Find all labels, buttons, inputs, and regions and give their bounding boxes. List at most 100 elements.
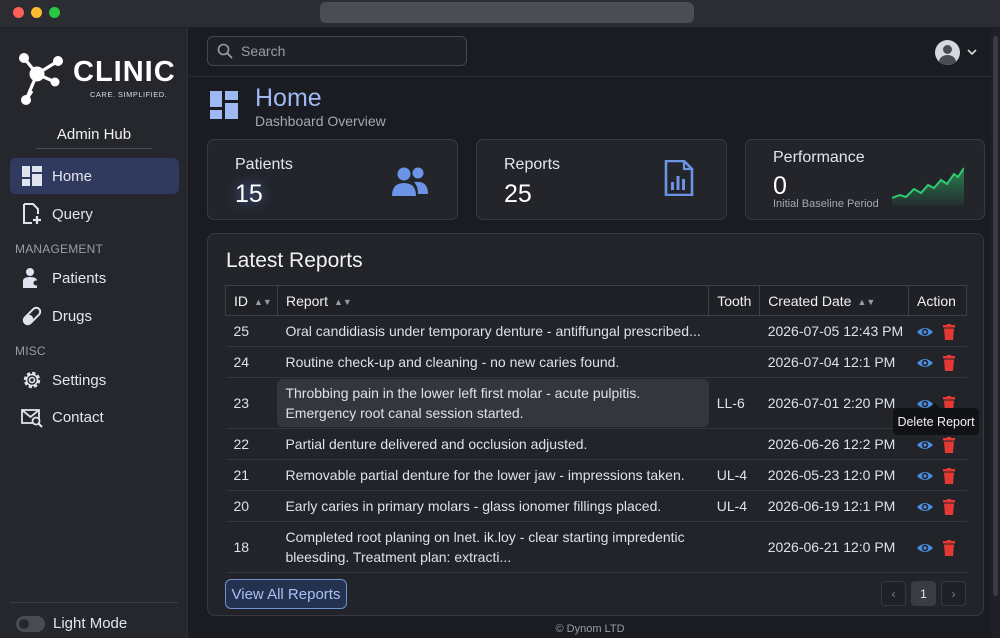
- table-row[interactable]: 22 Partial denture delivered and occlusio…: [225, 428, 967, 460]
- view-report-eye-icon[interactable]: [916, 468, 934, 484]
- sidebar-item-label: Drugs: [52, 307, 93, 325]
- card-value: 25: [504, 180, 532, 208]
- cell-report: Oral candidiasis under temporary denture…: [277, 315, 709, 347]
- column-header-report[interactable]: Report ▲▼: [276, 285, 709, 316]
- address-bar[interactable]: [320, 2, 694, 23]
- page-title: Home: [255, 84, 322, 112]
- column-header-id[interactable]: ID ▲▼: [225, 285, 278, 316]
- sort-icon[interactable]: ▲▼: [857, 297, 875, 307]
- cell-action: [908, 459, 967, 491]
- search-input[interactable]: [241, 43, 441, 59]
- sort-icon[interactable]: ▲▼: [334, 297, 352, 307]
- card-label: Patients: [235, 156, 293, 173]
- report-text: Completed root planing on lnet. ik.loy -…: [285, 529, 685, 565]
- search-icon: [217, 43, 233, 59]
- cell-report: Early caries in primary molars - glass i…: [277, 490, 709, 522]
- patients-card[interactable]: Patients 15: [207, 139, 458, 220]
- performance-card[interactable]: Performance 0 Initial Baseline Period: [745, 139, 985, 220]
- minimize-window-button[interactable]: [31, 7, 42, 18]
- column-header-label: Report: [285, 292, 328, 309]
- card-value: 15: [235, 180, 263, 208]
- cell-created-date: 2026-05-23 12:0 PM: [759, 459, 909, 491]
- sidebar-item-drugs[interactable]: Drugs: [10, 298, 179, 334]
- cell-report: Removable partial denture for the lower …: [277, 459, 709, 491]
- table-row[interactable]: 20 Early caries in primary molars - glass…: [225, 490, 967, 522]
- cell-tooth: [708, 428, 760, 460]
- maximize-window-button[interactable]: [49, 7, 60, 18]
- patient-icon: [23, 268, 39, 288]
- avatar[interactable]: [935, 39, 960, 65]
- search-box[interactable]: [207, 36, 467, 66]
- report-text: Early caries in primary molars - glass i…: [285, 498, 662, 514]
- user-menu[interactable]: [935, 39, 981, 65]
- scrollbar-thumb[interactable]: [993, 36, 998, 596]
- cell-id: 21: [225, 459, 278, 491]
- cell-created-date: 2026-06-19 12:1 PM: [759, 490, 909, 522]
- users-icon: [392, 167, 428, 196]
- cell-id: 18: [225, 521, 278, 573]
- cell-id: 24: [225, 346, 278, 378]
- cell-tooth: LL-6: [708, 377, 760, 429]
- sidebar-item-home[interactable]: Home: [10, 158, 179, 194]
- table-row[interactable]: 23 Throbbing pain in the lower left first…: [225, 377, 967, 429]
- light-mode-toggle[interactable]: [16, 616, 45, 632]
- cell-created-date: 2026-06-21 12:0 PM: [759, 521, 909, 573]
- latest-reports-title: Latest Reports: [226, 249, 363, 272]
- dashboard-icon: [210, 91, 238, 119]
- column-header-created-date[interactable]: Created Date ▲▼: [759, 285, 909, 316]
- card-label: Reports: [504, 156, 561, 173]
- view-report-eye-icon[interactable]: [916, 355, 934, 371]
- vertical-scrollbar[interactable]: [991, 28, 1000, 638]
- report-text: Routine check-up and cleaning - no new c…: [285, 354, 620, 370]
- table-row[interactable]: 21 Removable partial denture for the lowe…: [225, 459, 967, 491]
- table-row[interactable]: 18 Completed root planing on lnet. ik.loy…: [225, 521, 967, 573]
- sort-icon[interactable]: ▲▼: [254, 297, 272, 307]
- close-window-button[interactable]: [13, 7, 24, 18]
- sidebar-item-settings[interactable]: Settings: [10, 362, 179, 398]
- column-header-label: Action: [916, 292, 956, 309]
- reports-card[interactable]: Reports 25: [476, 139, 727, 220]
- sidebar-item-contact[interactable]: Contact: [10, 399, 179, 435]
- delete-report-trash-icon[interactable]: [940, 498, 958, 515]
- cell-action: [908, 315, 967, 347]
- card-caption: Initial Baseline Period: [773, 198, 879, 210]
- column-header-label: Created Date: [768, 292, 852, 309]
- pagination-next-button[interactable]: ›: [941, 581, 966, 606]
- delete-report-trash-icon[interactable]: [940, 323, 958, 340]
- cell-id: 20: [225, 490, 278, 522]
- sidebar-item-patients[interactable]: Patients: [10, 260, 179, 296]
- view-all-reports-button[interactable]: View All Reports: [225, 579, 347, 609]
- light-mode-label: Light Mode: [53, 615, 128, 632]
- cell-tooth: UL-4: [708, 459, 760, 491]
- pagination-prev-button[interactable]: ‹: [881, 581, 906, 606]
- clinic-logo[interactable]: CLINIC CARE. SIMPLIFIED.: [17, 50, 177, 110]
- sidebar-item-label: Query: [52, 205, 93, 223]
- chevron-down-icon[interactable]: [967, 47, 977, 57]
- window-titlebar: [0, 0, 1000, 28]
- table-row[interactable]: 24 Routine check-up and cleaning - no new…: [225, 346, 967, 378]
- header-divider: [189, 76, 991, 77]
- table-header-row: ID ▲▼ Report ▲▼ Tooth Created Date ▲▼ Actio…: [225, 285, 968, 316]
- pagination-page-button[interactable]: 1: [911, 581, 936, 606]
- delete-report-tooltip: Delete Report: [893, 403, 979, 435]
- reports-table: ID ▲▼ Report ▲▼ Tooth Created Date ▲▼ Actio…: [225, 285, 968, 573]
- cell-id: 22: [225, 428, 278, 460]
- cell-created-date: 2026-06-26 12:2 PM: [759, 428, 909, 460]
- view-report-eye-icon[interactable]: [916, 437, 934, 453]
- delete-report-trash-icon[interactable]: [940, 467, 958, 484]
- card-label: Performance: [773, 149, 865, 166]
- contact-mail-icon: [21, 409, 43, 428]
- delete-report-trash-icon[interactable]: [940, 354, 958, 371]
- molecule-logo-icon: [19, 53, 63, 105]
- sidebar-item-query[interactable]: Query: [10, 196, 179, 232]
- table-row[interactable]: 25 Oral candidiasis under temporary dentu…: [225, 315, 967, 347]
- sidebar-item-label: Contact: [52, 408, 104, 426]
- view-report-eye-icon[interactable]: [916, 540, 934, 556]
- view-report-eye-icon[interactable]: [916, 324, 934, 340]
- cell-created-date: 2026-07-04 12:1 PM: [759, 346, 909, 378]
- cell-action: [908, 346, 967, 378]
- delete-report-trash-icon[interactable]: [940, 539, 958, 556]
- delete-report-trash-icon[interactable]: [940, 436, 958, 453]
- section-label-management: MANAGEMENT: [15, 242, 104, 256]
- view-report-eye-icon[interactable]: [916, 499, 934, 515]
